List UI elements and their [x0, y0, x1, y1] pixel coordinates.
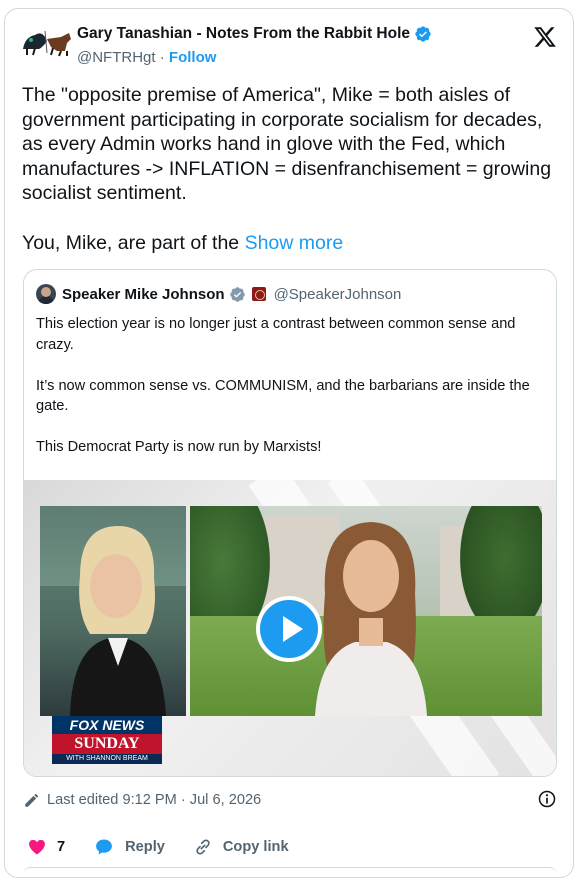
- quoted-tweet[interactable]: Speaker Mike Johnson @SpeakerJohnson Thi…: [23, 269, 557, 777]
- tweet-header: Gary Tanashian - Notes From the Rabbit H…: [21, 23, 561, 67]
- play-button[interactable]: [256, 596, 322, 662]
- edited-text: Last edited 9:12 PM · Jul 6, 2026: [47, 792, 262, 808]
- pencil-icon: [25, 794, 38, 807]
- embedded-tweet-card: Gary Tanashian - Notes From the Rabbit H…: [4, 8, 574, 878]
- author-name-row: Gary Tanashian - Notes From the Rabbit H…: [77, 25, 432, 43]
- quoted-author-handle[interactable]: @SpeakerJohnson: [274, 286, 402, 303]
- video-left-panel: [40, 506, 186, 716]
- anchor-figure: [70, 526, 166, 716]
- logo-line-2: SUNDAY: [52, 734, 162, 754]
- affiliation-badge-icon: [251, 287, 266, 301]
- reply-button[interactable]: Reply: [93, 837, 165, 857]
- video-right-panel: [190, 506, 542, 716]
- tweet-text: The "opposite premise of America", Mike …: [22, 83, 557, 255]
- link-icon: [196, 839, 210, 855]
- info-icon[interactable]: [537, 789, 557, 809]
- author-handle[interactable]: @NFTRHgt: [77, 49, 156, 66]
- copy-link-button[interactable]: Copy link: [193, 837, 289, 857]
- quoted-author-name[interactable]: Speaker Mike Johnson: [62, 286, 225, 303]
- logo-line-1: FOX NEWS: [52, 716, 162, 734]
- video-player[interactable]: FOX NEWS SUNDAY WITH SHANNON BREAM: [24, 462, 556, 776]
- heart-icon: [29, 839, 45, 855]
- action-bar: 7 Reply Copy link: [27, 835, 317, 859]
- quoted-tweet-text: This election year is no longer just a c…: [36, 314, 546, 478]
- quoted-tweet-header: Speaker Mike Johnson @SpeakerJohnson: [36, 284, 401, 304]
- reply-bubble-icon: [96, 839, 113, 855]
- tweet-paragraph: The "opposite premise of America", Mike …: [22, 84, 557, 205]
- copy-link-label: Copy link: [222, 839, 289, 855]
- government-verified-badge-icon: [229, 286, 245, 302]
- tweet-paragraph-2: You, Mike, are part of the: [22, 231, 245, 254]
- quoted-paragraph: This Democrat Party is now run by Marxis…: [36, 439, 322, 455]
- logo-line-3: WITH SHANNON BREAM: [52, 754, 162, 764]
- show-more-link[interactable]: Show more: [245, 232, 344, 254]
- author-name[interactable]: Gary Tanashian - Notes From the Rabbit H…: [77, 25, 410, 43]
- author-avatar[interactable]: [21, 27, 73, 57]
- reply-label: Reply: [125, 839, 165, 855]
- like-count: 7: [57, 839, 66, 855]
- separator-dot: ·: [159, 49, 165, 66]
- edited-timestamp[interactable]: Last edited 9:12 PM · Jul 6, 2026: [23, 789, 557, 811]
- author-handle-row: @NFTRHgt · Follow: [77, 49, 216, 66]
- quoted-paragraph: It’s now common sense vs. COMMUNISM, and…: [36, 377, 530, 415]
- fox-news-sunday-logo: FOX NEWS SUNDAY WITH SHANNON BREAM: [52, 716, 162, 766]
- verified-badge-icon: [415, 26, 431, 42]
- like-button[interactable]: 7: [27, 837, 65, 857]
- read-replies-divider: [23, 867, 557, 875]
- follow-button[interactable]: Follow: [169, 49, 217, 66]
- x-logo-icon[interactable]: [533, 25, 557, 49]
- quoted-paragraph: This election year is no longer just a c…: [36, 316, 516, 353]
- quoted-author-avatar[interactable]: [36, 284, 56, 304]
- tweet-paragraph-truncated: You, Mike, are part of the Show more: [22, 231, 557, 256]
